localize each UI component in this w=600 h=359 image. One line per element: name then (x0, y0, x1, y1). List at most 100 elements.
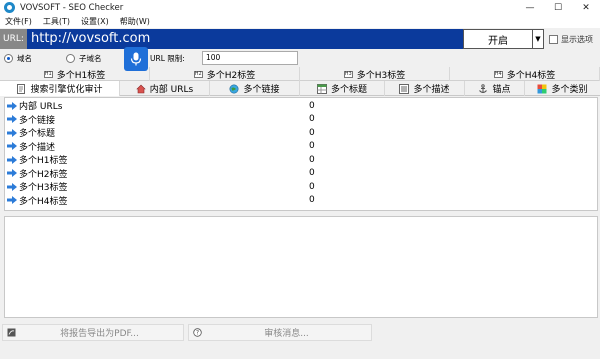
tab-label: 多个标题 (330, 85, 367, 95)
arrow-right-icon (5, 115, 19, 123)
checkbox-box[interactable] (549, 35, 558, 44)
row-value: 0 (309, 141, 315, 151)
maximize-button[interactable]: ☐ (544, 0, 572, 15)
row-value: 0 (309, 181, 315, 192)
table-row[interactable]: 内部 URLs 0 (5, 99, 597, 112)
row-name: 多个H4标签 (19, 196, 68, 207)
export-pdf-label: 将报告导出为PDF... (60, 329, 139, 339)
tab-label: 多个H1标签 (56, 70, 106, 81)
options-bar: 域名 子域名 URL 限制: 100 (0, 50, 600, 67)
row-value: 0 (309, 168, 315, 178)
row-value: 0 (309, 195, 315, 205)
h4-icon: H4 (493, 70, 503, 78)
table-row[interactable]: 多个H3标签 0 (5, 180, 597, 193)
app-logo-icon (4, 2, 15, 13)
table-row[interactable]: 多个H2标签 0 (5, 167, 597, 180)
show-options-checkbox[interactable]: 显示选项 (549, 34, 593, 45)
row-name: 多个标题 (19, 129, 56, 139)
tab-descriptions[interactable]: 多个描述 (385, 81, 465, 96)
subdomain-radio-button[interactable] (66, 54, 75, 63)
heading-tabs: H1 多个H1标签 H2 多个H2标签 H3 多个H3标签 H4 多个H4标签 (0, 67, 600, 81)
url-limit-input[interactable]: 100 (202, 51, 298, 65)
table-icon (316, 83, 327, 94)
pdf-icon (7, 328, 16, 337)
window-controls: — ☐ ✕ (516, 0, 600, 15)
menu-file[interactable]: 文件(F) (0, 16, 38, 27)
table-row[interactable]: 多个标题 0 (5, 126, 597, 139)
tab-label: 多个类别 (551, 85, 588, 95)
document-icon (17, 83, 26, 94)
domain-radio[interactable]: 域名 (4, 53, 32, 64)
arrow-right-icon (5, 101, 19, 110)
h1-icon: H1 (43, 70, 53, 78)
row-name: 多个链接 (19, 115, 56, 126)
minimize-button[interactable]: — (516, 0, 544, 15)
url-limit-label: URL 限制: (150, 54, 185, 63)
globe-icon (229, 84, 239, 93)
url-label: URL: (0, 29, 27, 49)
arrow-right-icon (5, 169, 19, 177)
menu-settings[interactable]: 设置(X) (76, 16, 115, 27)
h3-icon: H3 (343, 70, 353, 78)
house-icon (136, 84, 146, 93)
show-options-label: 显示选项 (561, 35, 593, 44)
row-value: 0 (309, 100, 315, 111)
list-icon (399, 83, 410, 94)
tab-label: 多个H3标签 (356, 70, 406, 81)
menu-tools[interactable]: 工具(T) (38, 16, 76, 27)
window-title: VOVSOFT - SEO Checker (20, 2, 124, 13)
start-dropdown-button[interactable]: ▼ (533, 29, 544, 49)
close-button[interactable]: ✕ (572, 0, 600, 15)
arrow-right-icon (5, 128, 19, 137)
h2-icon: H2 (193, 70, 203, 78)
menu-help[interactable]: 帮助(W) (115, 16, 156, 27)
main-tabs: 搜索引擎优化审计 内部 URLs 多个链接 多个标题 多个描述 锚点 多个类别 (0, 81, 600, 96)
table-row[interactable]: 多个H1标签 0 (5, 153, 597, 166)
arrow-right-icon (5, 182, 19, 191)
anchor-icon (479, 83, 488, 93)
start-button[interactable]: 开启 (463, 29, 533, 49)
domain-label: 域名 (17, 54, 32, 63)
row-value: 0 (309, 127, 315, 138)
tab-links[interactable]: 多个链接 (210, 81, 300, 96)
row-name: 多个H2标签 (19, 169, 68, 180)
review-messages-button[interactable]: ? 审核消息... (188, 324, 372, 341)
tab-categories[interactable]: 多个类别 (525, 81, 600, 96)
tab-multiple-h2[interactable]: H2 多个H2标签 (150, 67, 300, 81)
review-messages-label: 审核消息... (264, 329, 309, 339)
tab-label: 锚点 (492, 85, 511, 95)
tab-label: 多个描述 (413, 85, 450, 95)
detail-pane[interactable] (4, 216, 598, 318)
row-value: 0 (309, 114, 315, 124)
subdomain-label: 子域名 (79, 54, 102, 63)
url-input[interactable]: http://vovsoft.com (27, 29, 463, 49)
microphone-icon (130, 52, 142, 66)
table-row[interactable]: 多个链接 0 (5, 113, 597, 126)
seo-audit-table: 内部 URLs 0 多个链接 0 多个标题 0 多个描述 0 多个H1标签 0 … (4, 97, 598, 211)
tab-label: 搜索引擎优化审计 (30, 85, 103, 95)
export-pdf-button[interactable]: 将报告导出为PDF... (2, 324, 184, 341)
tab-multiple-h4[interactable]: H4 多个H4标签 (450, 67, 600, 81)
tab-internal-urls[interactable]: 内部 URLs (120, 81, 210, 96)
svg-text:?: ? (196, 330, 199, 337)
domain-radio-button[interactable] (4, 54, 13, 63)
arrow-right-icon (5, 155, 19, 164)
tab-titles[interactable]: 多个标题 (300, 81, 385, 96)
subdomain-radio[interactable]: 子域名 (66, 53, 102, 64)
tab-multiple-h1[interactable]: H1 多个H1标签 (0, 67, 150, 81)
palette-icon (537, 84, 547, 93)
url-bar: URL: http://vovsoft.com 开启 ▼ 显示选项 (0, 28, 600, 50)
tab-seo-audit[interactable]: 搜索引擎优化审计 (0, 81, 120, 96)
row-name: 多个描述 (19, 142, 56, 153)
table-row[interactable]: 多个描述 0 (5, 140, 597, 153)
row-name: 多个H1标签 (19, 156, 68, 166)
tab-label: 内部 URLs (149, 85, 194, 95)
row-name: 内部 URLs (19, 102, 63, 112)
title-bar: VOVSOFT - SEO Checker — ☐ ✕ (0, 0, 600, 15)
tab-anchors[interactable]: 锚点 (465, 81, 525, 96)
arrow-right-icon (5, 196, 19, 204)
tab-label: 多个H4标签 (506, 70, 556, 81)
bottom-bar: 将报告导出为PDF... ? 审核消息... (0, 322, 600, 342)
tab-multiple-h3[interactable]: H3 多个H3标签 (300, 67, 450, 81)
table-row[interactable]: 多个H4标签 0 (5, 194, 597, 207)
